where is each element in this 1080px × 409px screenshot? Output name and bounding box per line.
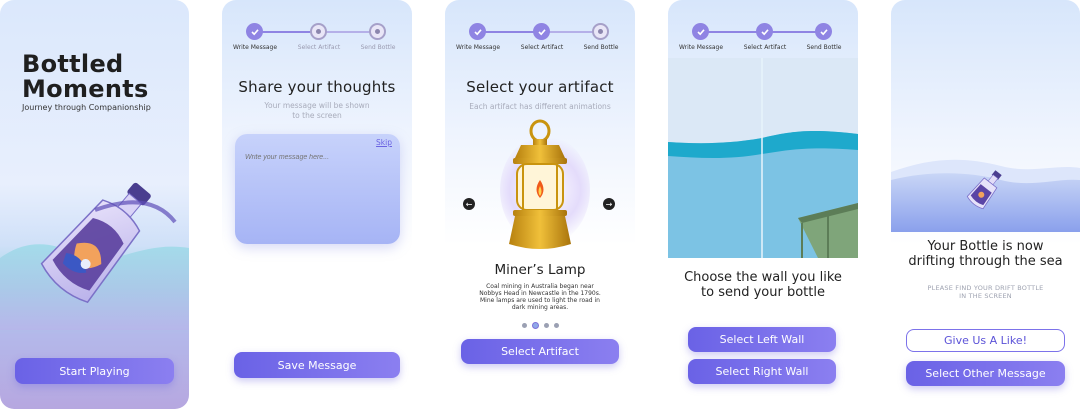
app-title-line1: Bottled <box>22 50 124 78</box>
message-input[interactable] <box>245 154 385 161</box>
skip-link[interactable]: Skip <box>376 138 392 147</box>
heading-line: drifting through the sea <box>908 254 1063 269</box>
wall-caption: Choose the wall you like to send your bo… <box>668 270 858 300</box>
step-connector <box>478 31 540 33</box>
step-2-current-icon <box>310 23 327 40</box>
artifact-description: Coal mining in Australia began near Nobb… <box>473 283 607 311</box>
miners-lamp-illustration <box>509 119 571 249</box>
step-connector <box>701 31 763 33</box>
select-right-wall-button[interactable]: Select Right Wall <box>688 359 836 384</box>
step-label-write: Write Message <box>678 44 724 51</box>
page-subtitle: Each artifact has different animations <box>469 102 611 111</box>
give-like-button[interactable]: Give Us A Like! <box>906 329 1065 352</box>
caption-line: to send your bottle <box>701 285 825 300</box>
step-connector <box>325 31 375 33</box>
drifting-screen: Your Bottle is now drifting through the … <box>891 0 1080 409</box>
next-artifact-button[interactable]: → <box>603 198 615 210</box>
welcome-screen: Bottled Moments Journey through Companio… <box>0 0 189 409</box>
step-1-check-icon <box>469 23 486 40</box>
step-label-send: Send Bottle <box>583 44 619 51</box>
pager-dot[interactable] <box>531 322 539 329</box>
page-title: Select your artifact <box>466 78 614 96</box>
step-label-artifact: Select Artifact <box>520 44 564 51</box>
pager-dot[interactable] <box>521 323 527 328</box>
artifact-description-line: Nobbys Head in Newcastle in the 1790s. <box>479 290 601 297</box>
step-label-send: Send Bottle <box>806 44 842 51</box>
subtitle-line: IN THE SCREEN <box>959 292 1012 300</box>
step-connector <box>548 31 598 33</box>
pager-dot[interactable] <box>553 323 559 328</box>
step-label-artifact: Select Artifact <box>297 44 341 51</box>
step-3-check-icon <box>815 23 832 40</box>
start-playing-button[interactable]: Start Playing <box>15 358 174 384</box>
artifact-description-line: Mine lamps are used to light the road in <box>480 297 600 304</box>
bottle-illustration <box>0 182 189 330</box>
subtitle-line: Your message will be shown <box>264 101 370 110</box>
step-label-artifact: Select Artifact <box>743 44 787 51</box>
select-artifact-button[interactable]: Select Artifact <box>461 339 619 364</box>
step-2-check-icon <box>756 23 773 40</box>
step-3-pending-icon <box>592 23 609 40</box>
wall-preview <box>668 58 858 258</box>
step-connector <box>771 31 821 33</box>
drifting-subtitle: PLEASE FIND YOUR DRIFT BOTTLE IN THE SCR… <box>891 284 1080 300</box>
choose-wall-screen: Write Message Select Artifact Send Bottl… <box>668 0 858 409</box>
step-label-write: Write Message <box>232 44 278 51</box>
write-message-screen: Write Message Select Artifact Send Bottl… <box>222 0 412 409</box>
app-title: Bottled Moments <box>22 52 149 102</box>
progress-stepper: Write Message Select Artifact Send Bottl… <box>222 18 412 58</box>
select-artifact-screen: Write Message Select Artifact Send Bottl… <box>445 0 635 409</box>
progress-stepper: Write Message Select Artifact Send Bottl… <box>445 18 635 58</box>
step-connector <box>255 31 317 33</box>
artifact-pager <box>445 322 635 329</box>
caption-line: Choose the wall you like <box>684 270 842 285</box>
save-message-button[interactable]: Save Message <box>234 352 400 378</box>
drifting-sea-illustration <box>891 159 1080 232</box>
app-flow-showcase: Bottled Moments Journey through Companio… <box>0 0 1080 409</box>
select-left-wall-button[interactable]: Select Left Wall <box>688 327 836 352</box>
message-card: Skip <box>235 134 400 244</box>
select-other-message-button[interactable]: Select Other Message <box>906 361 1065 386</box>
subtitle-line: PLEASE FIND YOUR DRIFT BOTTLE <box>927 284 1044 292</box>
page-title: Share your thoughts <box>238 78 396 96</box>
app-title-line2: Moments <box>22 75 149 103</box>
prev-artifact-button[interactable]: ← <box>463 198 475 210</box>
heading-line: Your Bottle is now <box>927 239 1044 254</box>
artifact-description-line: Coal mining in Australia began near <box>486 283 594 290</box>
step-3-pending-icon <box>369 23 386 40</box>
drifting-heading: Your Bottle is now drifting through the … <box>891 239 1080 269</box>
step-1-check-icon <box>246 23 263 40</box>
step-label-write: Write Message <box>455 44 501 51</box>
step-label-send: Send Bottle <box>360 44 396 51</box>
artifact-name: Miner’s Lamp <box>494 262 586 278</box>
pager-dot[interactable] <box>543 323 549 328</box>
progress-stepper: Write Message Select Artifact Send Bottl… <box>668 18 858 58</box>
app-tagline: Journey through Companionship <box>22 103 151 112</box>
step-1-check-icon <box>692 23 709 40</box>
page-subtitle: Your message will be shown to the screen <box>222 101 412 121</box>
subtitle-line: to the screen <box>292 111 342 120</box>
artifact-description-line: dark mining areas. <box>511 304 569 311</box>
step-2-check-icon <box>533 23 550 40</box>
